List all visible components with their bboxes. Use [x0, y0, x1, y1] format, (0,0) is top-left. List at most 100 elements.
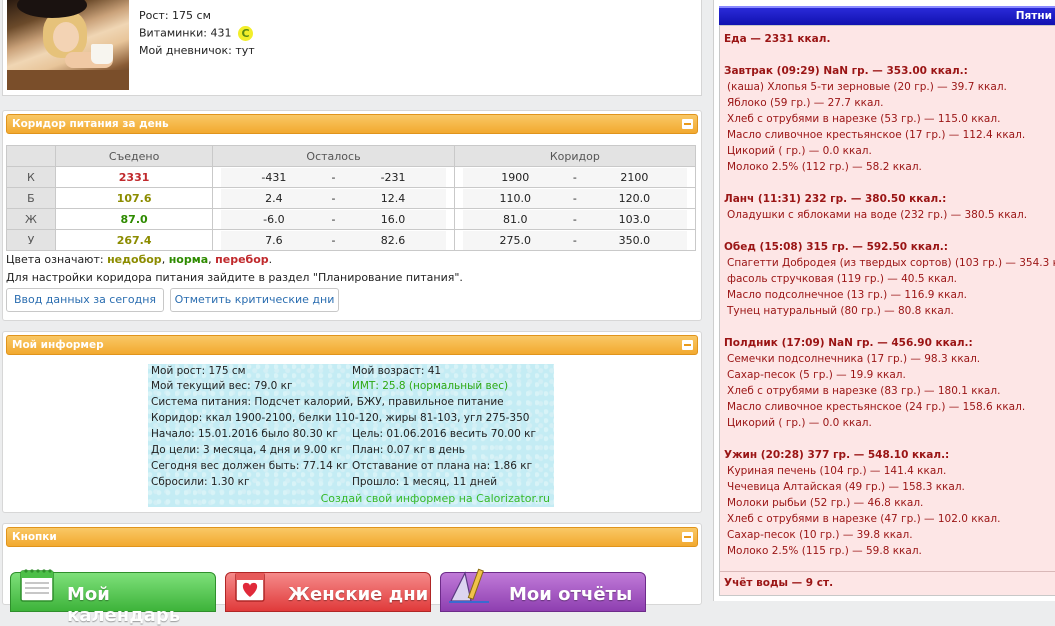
informer-plan: План: 0.07 кг в день [352, 444, 465, 456]
food-item[interactable]: Хлеб с отрубями в нарезке (47 гр.) — 102… [724, 511, 1055, 527]
informer-corridor: Коридор: ккал 1900-2100, белки 110-120, … [151, 412, 530, 424]
informer-start: Начало: 15.01.2016 было 80.30 кг [151, 428, 338, 440]
diary-total: Еда — 2331 ккал. [724, 33, 831, 45]
avatar-cup [91, 44, 113, 64]
legend-prefix: Цвета означают: [6, 253, 104, 266]
corridor-row-label: К [6, 166, 56, 188]
calendar-heart-icon [235, 572, 265, 602]
corridor-table: Съедено Осталось Коридор К 2331 -431 - -231 1… [6, 145, 697, 251]
food-item[interactable]: Цикорий ( гр.) — 0.0 ккал. [724, 415, 1055, 431]
diary-spacer [724, 319, 1055, 335]
minimize-icon[interactable] [682, 532, 693, 542]
diary-sidebar: Пятни Еда — 2331 ккал. Завтрак (09:29) Na… [713, 0, 1055, 601]
food-item[interactable]: Масло сливочное крестьянское (17 гр.) — … [724, 127, 1055, 143]
womens-days-button[interactable]: Женские дни [225, 572, 431, 612]
food-item[interactable]: Яблоко (59 гр.) — 27.7 ккал. [724, 95, 1055, 111]
my-reports-label: Мои отчёты [509, 584, 633, 605]
range-dash: - [331, 191, 336, 205]
corridor-row-left: -6.0 - 16.0 [212, 208, 455, 230]
left-max: 16.0 [380, 212, 406, 226]
range-dash: - [331, 170, 336, 184]
profile-card: Рост: 175 см Витаминки: 431 C Мой дневни… [2, 0, 702, 96]
food-item[interactable]: Оладушки с яблоками на воде (232 гр.) — … [724, 207, 1055, 223]
my-calendar-button[interactable]: Мой календарь [10, 569, 216, 626]
corridor-row-label: Ж [6, 208, 56, 230]
food-item[interactable]: фасоль стручковая (119 гр.) — 40.5 ккал. [724, 271, 1055, 287]
food-item[interactable]: Куриная печень (104 гр.) — 141.4 ккал. [724, 463, 1055, 479]
range-dash: - [331, 233, 336, 247]
diary-spacer [724, 223, 1055, 239]
food-item[interactable]: Молоки рыбьи (52 гр.) — 46.8 ккал. [724, 495, 1055, 511]
informer-panel-title: Мой информер [12, 339, 104, 351]
food-item[interactable]: Чечевица Алтайская (49 гр.) — 158.3 ккал… [724, 479, 1055, 495]
corridor-row: Ж 87.0 -6.0 - 16.0 81.0 - 103.0 [6, 208, 697, 230]
informer-system: Система питания: Подсчет калорий, БЖУ, п… [151, 396, 504, 408]
profile-vitamins: Витаминки: 431 C [139, 26, 253, 41]
corridor-min: 81.0 [502, 212, 528, 226]
left-min: -431 [261, 170, 287, 184]
corridor-row-left: 2.4 - 12.4 [212, 187, 455, 209]
weight-informer[interactable]: Мой рост: 175 см Мой возраст: 41 Мой тек… [148, 364, 554, 507]
informer-panel-header[interactable]: Мой информер [6, 335, 698, 355]
food-item[interactable]: Сахар-песок (10 гр.) — 39.8 ккал. [724, 527, 1055, 543]
informer-weight: Мой текущий вес: 79.0 кг [151, 380, 293, 392]
corridor-row: К 2331 -431 - -231 1900 - 2100 [6, 166, 697, 188]
profile-height-label: Рост: [139, 9, 169, 22]
profile-vitamins-label: Витаминки: [139, 26, 207, 40]
range-dash: - [572, 212, 577, 226]
corridor-header-left: Осталось [212, 145, 455, 167]
user-avatar[interactable] [7, 0, 129, 90]
corridor-table-header: Съедено Осталось Коридор [6, 145, 697, 167]
food-item[interactable]: (каша) Хлопья 5-ти зерновые (20 гр.) — 3… [724, 79, 1055, 95]
profile-height: Рост: 175 см [139, 9, 211, 22]
corridor-row-range: 110.0 - 120.0 [453, 187, 697, 209]
corridor-row-left: -431 - -231 [212, 166, 455, 188]
water-tracking: Учёт воды — 9 ст. [724, 577, 834, 589]
meal-title: Полдник (17:09) NaN гр. — 456.90 ккал.: [724, 337, 973, 349]
diary-spacer [724, 431, 1055, 447]
informer-bmi: ИМТ: 25.8 (нормальный вес) [352, 380, 509, 392]
corridor-header-eaten: Съедено [54, 145, 214, 167]
corridor-row: У 267.4 7.6 - 82.6 275.0 - 350.0 [6, 229, 697, 251]
mark-critical-days-button[interactable]: Отметить критические дни [170, 288, 339, 312]
corridor-header-empty [6, 145, 56, 167]
input-today-button[interactable]: Ввод данных за сегодня [6, 288, 164, 312]
informer-create-link[interactable]: Создай свой информер на Calorizator.ru [321, 492, 550, 505]
left-min: -6.0 [263, 212, 285, 226]
food-item[interactable]: Масло сливочное крестьянское (24 гр.) — … [724, 399, 1055, 415]
food-item[interactable]: Хлеб с отрубями в нарезке (83 гр.) — 180… [724, 383, 1055, 399]
meal-title: Ужин (20:28) 377 гр. — 548.10 ккал.: [724, 449, 950, 461]
legend-norm: норма [168, 253, 209, 266]
informer-age: Мой возраст: 41 [352, 365, 442, 377]
food-item[interactable]: Тунец натуральный (80 гр.) — 80.8 ккал. [724, 303, 1055, 319]
corridor-header-corridor: Коридор [453, 145, 697, 167]
my-reports-button[interactable]: Мои отчёты [440, 568, 646, 612]
minimize-icon[interactable] [682, 340, 693, 350]
diary-spacer [724, 47, 1055, 63]
diary-content: Еда — 2331 ккал. Завтрак (09:29) NaN гр. … [719, 25, 1055, 596]
food-item[interactable]: Цикорий ( гр.) — 0.0 ккал. [724, 143, 1055, 159]
corridor-row-range: 81.0 - 103.0 [453, 208, 697, 230]
informer-passed: Прошло: 1 месяц, 11 дней [352, 476, 498, 488]
corridor-row-eaten: 107.6 [54, 187, 214, 209]
food-item[interactable]: Молоко 2.5% (112 гр.) — 58.2 ккал. [724, 159, 1055, 175]
buttons-panel-header[interactable]: Кнопки [6, 527, 698, 547]
diary-header[interactable]: Пятни [719, 6, 1055, 25]
food-item[interactable]: Молоко 2.5% (115 гр.) — 59.8 ккал. [724, 543, 1055, 559]
minimize-icon[interactable] [682, 119, 693, 129]
food-item[interactable]: Масло подсолнечное (13 гр.) — 116.9 ккал… [724, 287, 1055, 303]
corridor-max: 2100 [620, 170, 649, 184]
meal-title: Ланч (11:31) 232 гр. — 380.50 ккал.: [724, 193, 947, 205]
food-item[interactable]: Сахар-песок (5 гр.) — 19.9 ккал. [724, 367, 1055, 383]
food-item[interactable]: Спагетти Добродея (из твердых сортов) (1… [724, 255, 1055, 271]
meal-title: Обед (15:08) 315 гр. — 592.50 ккал.: [724, 241, 948, 253]
womens-days-label: Женские дни [288, 584, 429, 605]
food-item[interactable]: Семечки подсолнечника (17 гр.) — 98.3 кк… [724, 351, 1055, 367]
corridor-min: 110.0 [499, 191, 531, 205]
corridor-panel-header[interactable]: Коридор питания за день [6, 114, 698, 134]
profile-diary-link[interactable]: тут [235, 44, 254, 57]
food-item[interactable]: Хлеб с отрубями в нарезке (53 гр.) — 115… [724, 111, 1055, 127]
informer-lag: Отставание от плана на: 1.86 кг [352, 460, 533, 472]
vitamin-c-badge-icon: C [237, 26, 253, 41]
corridor-row-label: Б [6, 187, 56, 209]
